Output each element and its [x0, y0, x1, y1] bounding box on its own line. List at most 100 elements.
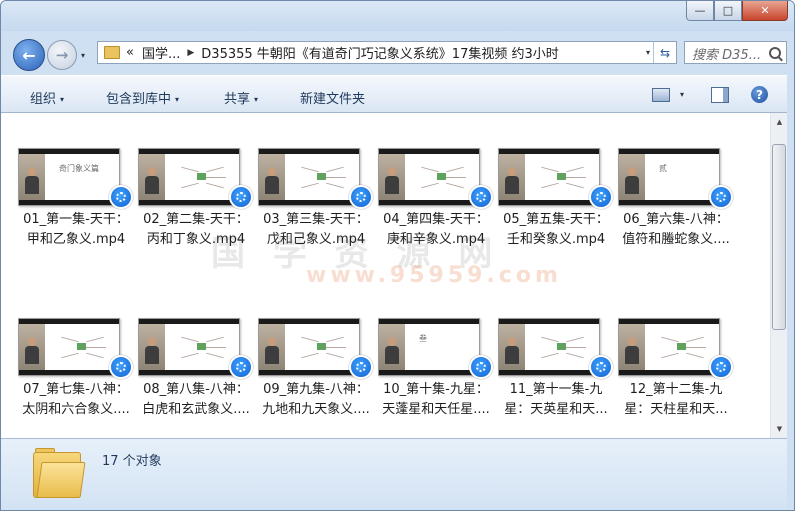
file-name-line-2: 壬和癸象义.mp4 — [506, 232, 606, 247]
video-player-icon — [229, 185, 253, 209]
organize-menu[interactable]: 组织 ▾ — [30, 88, 64, 107]
include-in-library-label: 包含到库中 — [106, 92, 172, 107]
file-name-line-1: 12_第十二集-九 — [629, 382, 723, 397]
video-thumbnail — [498, 318, 600, 376]
breadcrumb-item[interactable]: 国学... — [142, 43, 180, 62]
file-name[interactable]: 02_第二集-天干： 丙和丁象义.mp4 — [136, 210, 256, 250]
search-input[interactable]: 搜索 D35... — [684, 41, 787, 64]
presenter-image — [625, 167, 639, 194]
file-name-line-2: 庚和辛象义.mp4 — [386, 232, 486, 247]
file-name[interactable]: 07_第七集-八神： 太阴和六合象义.... — [16, 380, 136, 420]
video-thumbnail — [378, 148, 480, 206]
scrollbar-thumb[interactable] — [772, 144, 786, 330]
file-name[interactable]: 12_第十二集-九 星：天柱星和天... — [616, 380, 736, 420]
thumbnail-text: 贰 — [659, 164, 667, 173]
folder-icon — [104, 46, 120, 59]
change-view-icon[interactable] — [652, 88, 670, 102]
mind-map-graphic — [413, 161, 469, 193]
file-name-line-2: 值符和螣蛇象义.... — [622, 232, 730, 247]
file-name[interactable]: 05_第五集-天干： 壬和癸象义.mp4 — [496, 210, 616, 250]
video-player-icon — [109, 185, 133, 209]
file-name-line-1: 06_第六集-八神： — [623, 212, 729, 227]
video-thumbnail — [498, 148, 600, 206]
video-player-icon — [589, 355, 613, 379]
presenter-image — [385, 167, 399, 194]
command-bar: 组织 ▾ 包含到库中 ▾ 共享 ▾ 新建文件夹 ▾ ? — [1, 75, 794, 113]
file-name-line-2: 丙和丁象义.mp4 — [146, 232, 246, 247]
close-button[interactable]: ✕ — [742, 1, 788, 21]
maximize-button[interactable]: □ — [714, 1, 742, 21]
address-dropdown[interactable]: ▾ — [646, 42, 650, 63]
video-player-icon — [589, 185, 613, 209]
mind-map-graphic — [173, 331, 229, 363]
file-name-line-2: 太阴和六合象义.... — [22, 402, 130, 417]
file-name-line-1: 04_第四集-天干： — [383, 212, 489, 227]
forward-button[interactable]: → — [47, 40, 77, 70]
item-count: 17 个对象 — [102, 454, 162, 469]
recent-pages-dropdown[interactable]: ▾ — [81, 51, 85, 60]
mind-map-graphic — [53, 331, 109, 363]
breadcrumb-separator-icon[interactable]: ▶ — [187, 48, 194, 58]
explorer-window: — □ ✕ ← → ▾ « 国学... ▶ D35355 牛朝阳《有道奇门巧记象… — [0, 0, 795, 511]
file-name[interactable]: 04_第四集-天干： 庚和辛象义.mp4 — [376, 210, 496, 250]
presenter-image — [145, 167, 159, 194]
presenter-image — [625, 337, 639, 364]
search-icon — [769, 47, 781, 59]
file-name-line-1: 01_第一集-天干： — [23, 212, 129, 227]
scroll-down-icon[interactable]: ▼ — [773, 423, 786, 435]
file-name[interactable]: 03_第三集-天干： 戊和己象义.mp4 — [256, 210, 376, 250]
video-player-icon — [469, 185, 493, 209]
file-name-line-1: 11_第十一集-九 — [509, 382, 603, 397]
video-thumbnail — [258, 318, 360, 376]
share-menu[interactable]: 共享 ▾ — [224, 88, 258, 107]
file-name-line-2: 戊和己象义.mp4 — [266, 232, 366, 247]
video-player-icon — [349, 185, 373, 209]
file-name[interactable]: 01_第一集-天干： 甲和乙象义.mp4 — [16, 210, 136, 250]
details-pane: 17 个对象 — [1, 438, 787, 510]
file-name-line-2: 九地和九天象义.... — [262, 402, 370, 417]
vertical-scrollbar[interactable]: ▲ ▼ — [770, 113, 787, 438]
title-bar[interactable]: — □ ✕ — [1, 1, 794, 31]
forward-arrow-icon: → — [55, 46, 69, 64]
caption-buttons: — □ ✕ — [686, 1, 788, 21]
breadcrumb-overflow[interactable]: « — [126, 45, 134, 60]
file-name[interactable]: 10_第十集-九星： 天蓬星和天任星.... — [376, 380, 496, 420]
breadcrumb-current[interactable]: D35355 牛朝阳《有道奇门巧记象义系统》17集视频 约3小时 — [201, 43, 558, 62]
file-name[interactable]: 08_第八集-八神： 白虎和玄武象义.... — [136, 380, 256, 420]
address-bar[interactable]: « 国学... ▶ D35355 牛朝阳《有道奇门巧记象义系统》17集视频 约3… — [97, 41, 677, 64]
chevron-down-icon: ▾ — [60, 95, 65, 104]
scroll-up-icon[interactable]: ▲ — [773, 116, 786, 128]
presenter-image — [505, 167, 519, 194]
file-name-line-1: 03_第三集-天干： — [263, 212, 369, 227]
back-button[interactable]: ← — [13, 39, 45, 71]
file-name[interactable]: 06_第六集-八神： 值符和螣蛇象义.... — [616, 210, 736, 250]
file-name-line-2: 天蓬星和天任星.... — [382, 402, 490, 417]
presenter-image — [505, 337, 519, 364]
chevron-down-icon: ▾ — [175, 95, 180, 104]
view-options-dropdown[interactable]: ▾ — [680, 90, 684, 99]
presenter-image — [25, 337, 39, 364]
refresh-button[interactable]: ⇆ — [653, 42, 676, 63]
new-folder-button[interactable]: 新建文件夹 — [300, 88, 365, 107]
file-name-line-1: 02_第二集-天干： — [143, 212, 249, 227]
file-name-line-1: 05_第五集-天干： — [503, 212, 609, 227]
back-arrow-icon: ← — [22, 45, 36, 65]
file-list-pane[interactable]: 国 学 资 源 网 www.95959.com 奇门象义篇 01_第一集-天干：甲… — [1, 113, 770, 438]
mind-map-graphic — [173, 161, 229, 193]
minimize-button[interactable]: — — [686, 1, 714, 21]
video-player-icon — [109, 355, 133, 379]
file-name[interactable]: 11_第十一集-九 星：天英星和天... — [496, 380, 616, 420]
file-name[interactable]: 09_第九集-八神： 九地和九天象义.... — [256, 380, 376, 420]
folder-icon — [33, 448, 86, 498]
file-name-line-1: 10_第十集-九星： — [383, 382, 489, 397]
file-name-line-2: 星：天柱星和天... — [624, 402, 728, 417]
help-icon[interactable]: ? — [751, 86, 768, 103]
presenter-image — [25, 167, 39, 194]
presenter-image — [385, 337, 399, 364]
include-in-library-menu[interactable]: 包含到库中 ▾ — [106, 88, 179, 107]
organize-label: 组织 — [30, 92, 57, 107]
mind-map-graphic — [653, 331, 709, 363]
video-thumbnail — [138, 148, 240, 206]
watermark-url: www.95959.com — [306, 263, 562, 288]
preview-pane-icon[interactable] — [711, 87, 729, 103]
